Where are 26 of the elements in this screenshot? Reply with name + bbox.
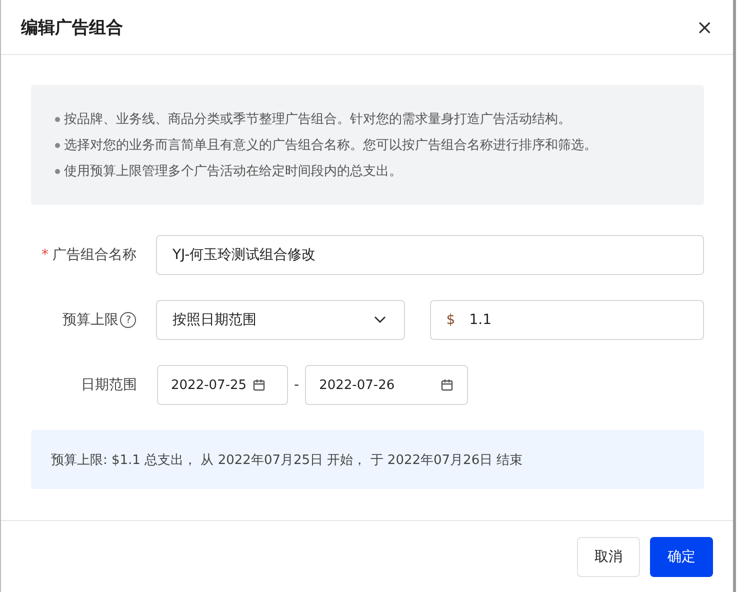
- budget-mode-dropdown[interactable]: 按照日期范围: [156, 300, 406, 340]
- caret-icon: [374, 316, 386, 324]
- tip-text: 按品牌、业务线、商品分类或季节整理广告组合。针对您的需求量身打造广告活动结构。: [64, 111, 571, 128]
- tip-text: 使用预算上限管理多个广告活动在给定时间段内的总支出。: [64, 163, 402, 180]
- confirm-button[interactable]: 确定: [650, 536, 713, 576]
- field-label: 日期范围: [81, 376, 137, 394]
- budget-summary-text: 预算上限: $1.1 总支出， 从 2022年07月25日 开始， 于 2022年07月26日 结束: [51, 452, 523, 468]
- calendar-icon: [252, 379, 265, 391]
- calendar-icon: [441, 379, 454, 391]
- bullet-icon: [55, 116, 60, 122]
- date-separator: -: [294, 377, 300, 393]
- tip-text: 选择对您的业务而言简单且有意义的广告组合名称。您可以按广告组合名称进行排序和筛选。: [64, 137, 597, 154]
- end-date-field[interactable]: 2022-07-26: [305, 365, 468, 405]
- close-button[interactable]: ×: [692, 15, 717, 39]
- amount-input-field[interactable]: $ 1.1: [430, 300, 704, 340]
- start-date-field[interactable]: 2022-07-25: [157, 365, 288, 405]
- bullet-icon: [55, 168, 60, 174]
- name-input-field[interactable]: YJ-何玉玲测试组合修改: [156, 235, 704, 275]
- dialog-title: 编辑广告组合: [21, 16, 123, 38]
- field-label: 预算上限: [62, 311, 118, 329]
- currency-symbol: $: [446, 312, 456, 328]
- required-mark: *: [41, 247, 48, 263]
- help-icon[interactable]: ?: [120, 312, 136, 328]
- bullet-icon: [55, 142, 60, 148]
- field-label: 广告组合名称: [52, 246, 136, 264]
- cancel-button[interactable]: 取消: [577, 536, 640, 576]
